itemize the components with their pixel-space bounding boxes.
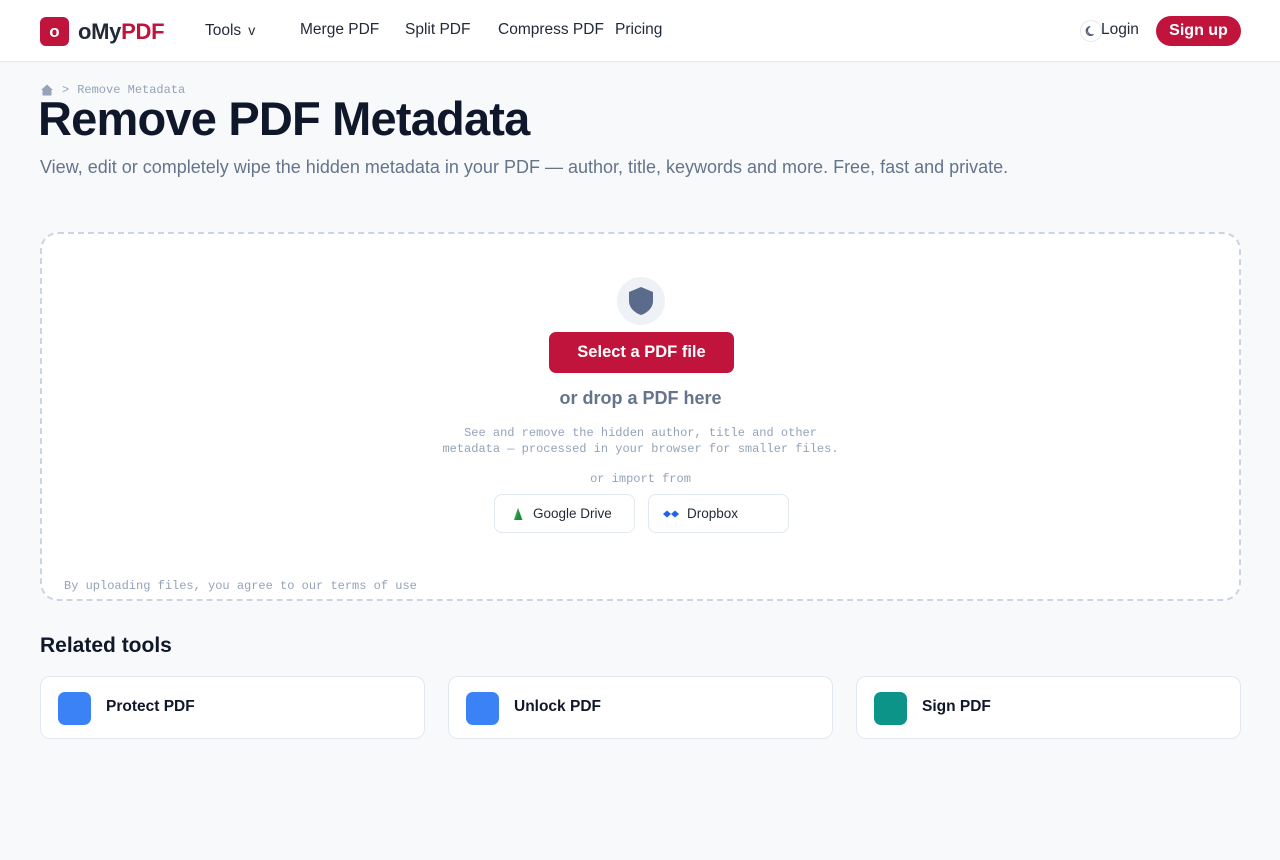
upload-dropzone[interactable]: Select a PDF file or drop a PDF here See… [40, 232, 1241, 601]
sign-pdf-icon [874, 692, 907, 725]
shield-icon-wrap [617, 277, 665, 325]
unlock-pdf-icon [466, 692, 499, 725]
import-label: or import from [590, 472, 691, 486]
tool-card-unlock-pdf[interactable]: Unlock PDF [448, 676, 833, 739]
google-drive-button[interactable]: Google Drive [494, 494, 635, 533]
google-drive-label: Google Drive [533, 506, 612, 521]
terms-text: By uploading files, you agree to our ter… [64, 579, 417, 593]
page-subtitle: View, edit or completely wipe the hidden… [40, 157, 1009, 177]
moon-icon [1085, 25, 1094, 37]
logo[interactable]: o oMyPDF [40, 16, 165, 47]
logo-text: oMyPDF [78, 18, 165, 44]
logo-mark: o [40, 17, 69, 46]
nav-tools-label: Tools [205, 22, 242, 39]
tool-card-protect-pdf[interactable]: Protect PDF [40, 676, 425, 739]
related-tools-title: Related tools [40, 634, 172, 657]
nav-compress-pdf[interactable]: Compress PDF [498, 20, 604, 40]
nav-pricing[interactable]: Pricing [615, 20, 662, 40]
tool-card-sign-pdf[interactable]: Sign PDF [856, 676, 1241, 739]
dropbox-label: Dropbox [687, 506, 739, 521]
dropbox-button[interactable]: Dropbox [648, 494, 789, 533]
tool-card-label: Protect PDF [106, 698, 195, 715]
top-header: o oMyPDF Tools v Merge PDF Split PDF Comp… [0, 0, 1280, 62]
dropbox-icon [663, 506, 679, 522]
nav-tools[interactable]: Tools v [205, 20, 255, 41]
login-link[interactable]: Login [1101, 20, 1139, 40]
select-pdf-button[interactable]: Select a PDF file [549, 332, 734, 373]
nav-merge-pdf[interactable]: Merge PDF [300, 20, 379, 40]
theme-toggle[interactable] [1080, 20, 1102, 42]
chevron-down-icon: v [248, 22, 256, 38]
tool-card-label: Unlock PDF [514, 698, 601, 715]
nav-split-pdf[interactable]: Split PDF [405, 20, 470, 40]
protect-pdf-icon [58, 692, 91, 725]
signup-button[interactable]: Sign up [1156, 16, 1241, 46]
google-drive-icon [509, 506, 525, 522]
tool-card-label: Sign PDF [922, 698, 991, 715]
page-title: Remove PDF Metadata [38, 92, 530, 145]
dropzone-description: See and remove the hidden author, title … [442, 426, 839, 456]
shield-icon [629, 287, 653, 315]
drop-text: or drop a PDF here [559, 388, 722, 408]
